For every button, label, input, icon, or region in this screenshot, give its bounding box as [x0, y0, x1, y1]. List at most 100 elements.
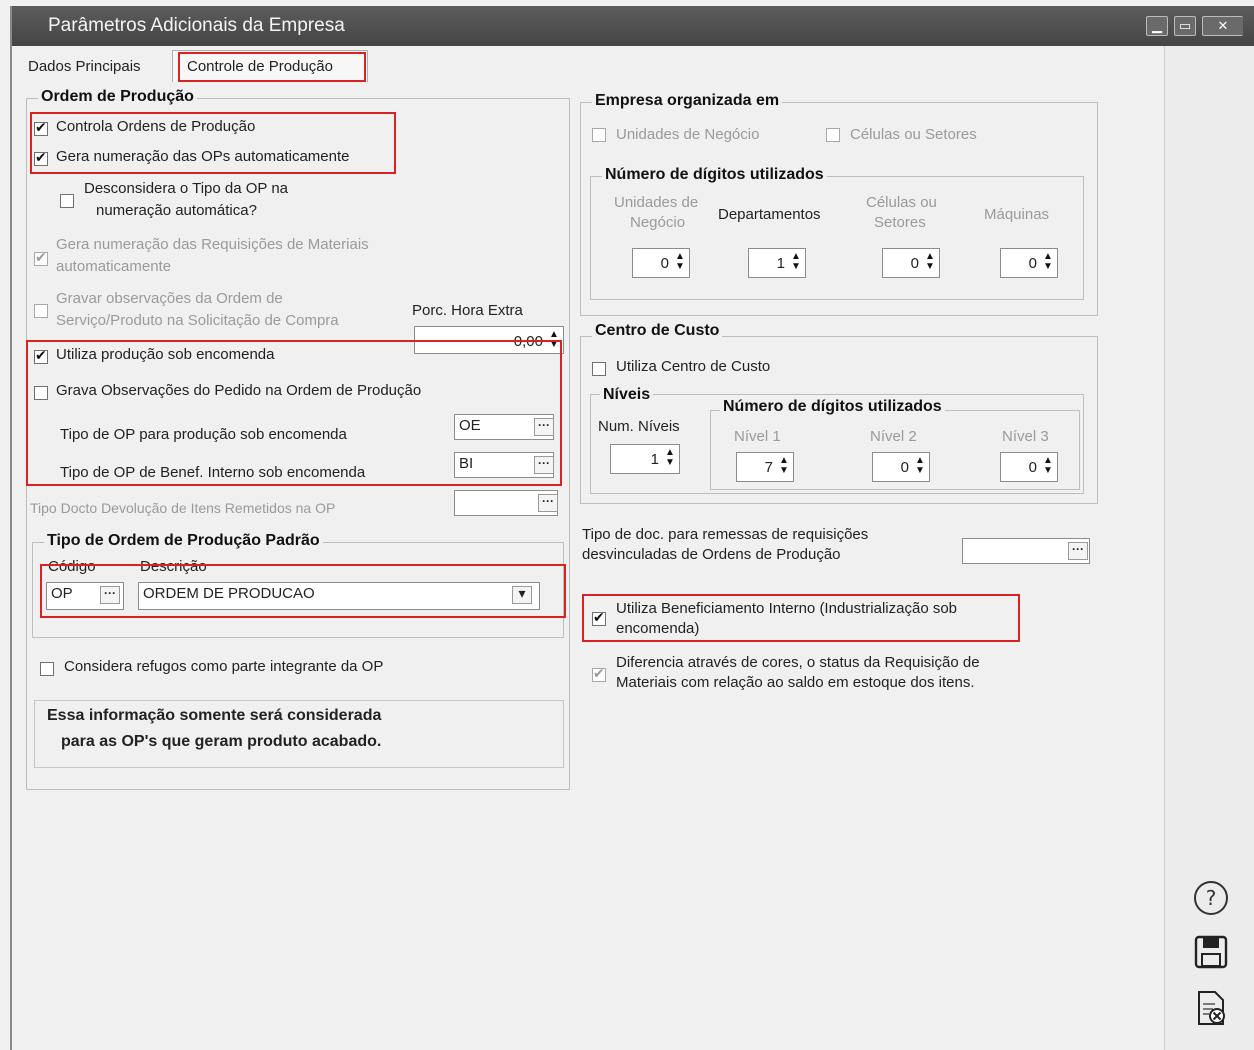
unidades-negocio-checkbox[interactable]: [592, 128, 606, 142]
grava-obs-pedido-checkbox[interactable]: [34, 386, 48, 400]
gravar-obs-label-2: Serviço/Produto na Solicitação de Compra: [56, 312, 339, 329]
maquinas-col-label: Máquinas: [984, 206, 1050, 223]
considera-refugos-checkbox[interactable]: [40, 662, 54, 676]
diferencia-cores-checkbox[interactable]: ✔: [592, 665, 606, 682]
chevron-down-icon[interactable]: ▾: [512, 586, 532, 604]
celulas-digitos-value: 0: [910, 255, 919, 272]
tipo-op-benef-label: Tipo de OP de Benef. Interno sob encomen…: [60, 464, 366, 481]
gravar-obs-label-1: Gravar observações da Ordem de: [56, 290, 283, 307]
celulas-col-label-2: Setores: [874, 214, 926, 231]
desconsidera-label-2: numeração automática?: [96, 202, 257, 219]
gera-req-checkbox[interactable]: ✔: [34, 249, 48, 266]
tipo-op-encomenda-label: Tipo de OP para produção sob encomenda: [60, 426, 347, 443]
window: Parâmetros Adicionais da Empresa ▁ ▭ ✕ D…: [10, 6, 1254, 1050]
codigo-label: Código: [48, 558, 96, 575]
spinner-arrows-icon[interactable]: ▲ ▼: [923, 252, 937, 274]
diferencia-cores-label-2: Materiais com relação ao saldo em estoqu…: [616, 674, 975, 691]
spinner-arrows-icon[interactable]: ▲ ▼: [1041, 252, 1055, 274]
tipo-doc-remessas-lookup-button[interactable]: ···: [1068, 542, 1088, 560]
cancel-document-icon[interactable]: [1195, 990, 1235, 1030]
tipo-op-benef-value: BI: [459, 455, 474, 472]
descricao-label: Descrição: [140, 558, 207, 575]
descricao-value: ORDEM DE PRODUCAO: [143, 585, 315, 602]
descricao-select[interactable]: ORDEM DE PRODUCAO: [138, 582, 540, 610]
nivel3-value: 0: [1028, 459, 1037, 476]
celulas-setores-checkbox[interactable]: [826, 128, 840, 142]
celulas-col-label-1: Células ou: [866, 194, 937, 211]
maximize-button[interactable]: ▭: [1174, 16, 1196, 36]
celulas-digitos-spinner[interactable]: 0 ▲ ▼: [882, 248, 940, 278]
svg-text:?: ?: [1206, 886, 1217, 910]
utiliza-encomenda-checkbox[interactable]: ✔: [34, 347, 48, 364]
gravar-obs-checkbox[interactable]: [34, 304, 48, 318]
celulas-setores-label: Células ou Setores: [850, 126, 977, 143]
desconsidera-label-1: Desconsidera o Tipo da OP na: [84, 180, 289, 197]
spinner-arrows-icon[interactable]: ▲ ▼: [789, 252, 803, 274]
cc-digitos-legend: Número de dígitos utilizados: [720, 398, 945, 416]
nivel2-spinner[interactable]: 0 ▲ ▼: [872, 452, 930, 482]
departamentos-col-label: Departamentos: [718, 206, 821, 223]
close-button[interactable]: ✕: [1202, 16, 1243, 36]
niveis-legend: Níveis: [600, 386, 654, 404]
codigo-value: OP: [51, 585, 73, 602]
gera-req-label-2: automaticamente: [56, 258, 172, 275]
utiliza-benef-label-1: Utiliza Beneficiamento Interno (Industri…: [616, 600, 958, 617]
info-note-line-1: Essa informação somente será considerada: [47, 707, 382, 724]
info-note-box: Essa informação somente será considerada…: [34, 700, 564, 768]
utiliza-centro-custo-checkbox[interactable]: [592, 362, 606, 376]
nivel3-label: Nível 3: [1002, 428, 1049, 445]
tab-dados-principais[interactable]: Dados Principais: [22, 52, 147, 84]
spinner-arrows-icon[interactable]: ▲ ▼: [673, 252, 687, 274]
tipo-op-encomenda-lookup-button[interactable]: ···: [534, 418, 554, 436]
unidades-col-label-2: Negócio: [630, 214, 686, 231]
spinner-arrows-icon[interactable]: ▲ ▼: [663, 448, 677, 470]
minimize-button[interactable]: ▁: [1146, 16, 1168, 36]
num-niveis-label: Num. Níveis: [598, 418, 680, 435]
unidades-negocio-label: Unidades de Negócio: [616, 126, 760, 143]
departamentos-digitos-value: 1: [776, 255, 785, 272]
departamentos-digitos-spinner[interactable]: 1 ▲ ▼: [748, 248, 806, 278]
empresa-digitos-legend: Número de dígitos utilizados: [602, 166, 827, 184]
ordem-producao-legend: Ordem de Produção: [38, 88, 197, 106]
gera-num-checkbox[interactable]: ✔: [34, 149, 48, 166]
maquinas-digitos-value: 0: [1028, 255, 1037, 272]
tipo-docto-dev-lookup-button[interactable]: ···: [538, 494, 558, 512]
nivel2-label: Nível 2: [870, 428, 917, 445]
unidades-col-label-1: Unidades de: [614, 194, 699, 211]
codigo-lookup-button[interactable]: ···: [100, 586, 120, 604]
nivel3-spinner[interactable]: 0 ▲ ▼: [1000, 452, 1058, 482]
utiliza-encomenda-label: Utiliza produção sob encomenda: [56, 346, 279, 363]
nivel1-value: 7: [764, 459, 773, 476]
unidades-digitos-spinner[interactable]: 0 ▲ ▼: [632, 248, 690, 278]
tab-controle-producao[interactable]: Controle de Produção: [172, 50, 368, 82]
num-niveis-value: 1: [650, 451, 659, 468]
utiliza-benef-checkbox[interactable]: ✔: [592, 609, 606, 626]
gera-req-label-1: Gera numeração das Requisições de Materi…: [56, 236, 369, 253]
maquinas-digitos-spinner[interactable]: 0 ▲ ▼: [1000, 248, 1058, 278]
spinner-arrows-icon[interactable]: ▲ ▼: [547, 330, 561, 352]
spinner-arrows-icon[interactable]: ▲ ▼: [1041, 456, 1055, 478]
controla-op-checkbox[interactable]: ✔: [34, 119, 48, 136]
nivel1-spinner[interactable]: 7 ▲ ▼: [736, 452, 794, 482]
utiliza-benef-label-2: encomenda): [616, 620, 700, 637]
tipo-doc-remessas-label-2: desvinculadas de Ordens de Produção: [582, 546, 841, 563]
num-niveis-spinner[interactable]: 1 ▲ ▼: [610, 444, 680, 474]
tipo-op-encomenda-value: OE: [459, 417, 481, 434]
title-bar: Parâmetros Adicionais da Empresa ▁ ▭ ✕: [12, 6, 1254, 46]
unidades-digitos-value: 0: [660, 255, 669, 272]
desconsidera-checkbox[interactable]: [60, 194, 74, 208]
spinner-arrows-icon[interactable]: ▲ ▼: [913, 456, 927, 478]
save-icon[interactable]: [1193, 934, 1233, 974]
tab-controle-producao-label: Controle de Produção: [187, 58, 333, 75]
gera-num-label: Gera numeração das OPs automaticamente: [56, 148, 350, 165]
info-note-line-2: para as OP's que geram produto acabado.: [61, 733, 382, 750]
tipo-docto-dev-label: Tipo Docto Devolução de Itens Remetidos …: [30, 500, 336, 516]
nivel1-label: Nível 1: [734, 428, 781, 445]
side-toolbar: ?: [1164, 46, 1254, 1050]
help-icon[interactable]: ?: [1191, 878, 1231, 918]
porc-hora-extra-spinner[interactable]: 0,00 ▲ ▼: [414, 326, 564, 354]
tipo-op-benef-lookup-button[interactable]: ···: [534, 456, 554, 474]
utiliza-centro-custo-label: Utiliza Centro de Custo: [616, 358, 771, 375]
spinner-arrows-icon[interactable]: ▲ ▼: [777, 456, 791, 478]
porc-hora-extra-label: Porc. Hora Extra: [412, 302, 523, 319]
